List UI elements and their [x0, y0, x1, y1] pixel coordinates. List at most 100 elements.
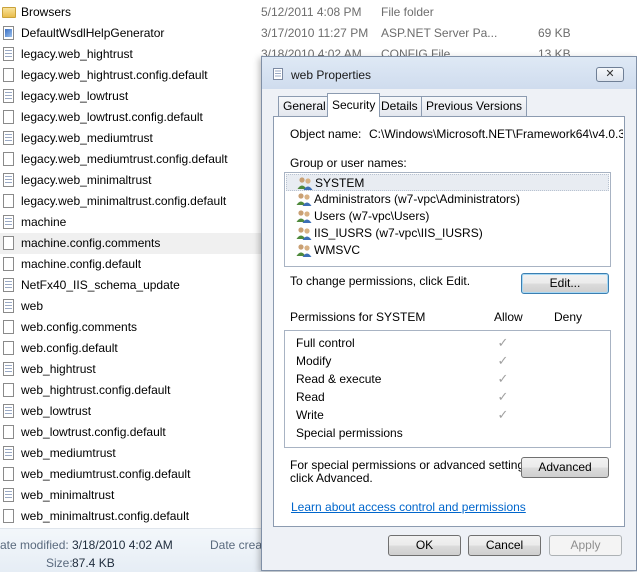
permission-name: Read	[296, 390, 325, 404]
user-group-icon	[296, 193, 312, 206]
group-name: IIS_IUSRS (w7-vpc\IIS_IUSRS)	[314, 226, 483, 240]
file-icon	[3, 425, 14, 439]
tab-general[interactable]: General	[278, 96, 331, 116]
group-name: WMSVC	[314, 243, 360, 257]
object-name-value: C:\Windows\Microsoft.NET\Framework64\v4.…	[369, 127, 623, 141]
file-name: legacy.web_minimaltrust	[21, 173, 152, 187]
file-size: 69 KB	[538, 26, 571, 40]
file-icon	[3, 341, 14, 355]
file-name: web_minimaltrust	[21, 488, 115, 502]
file-icon	[3, 194, 14, 208]
group-item[interactable]: WMSVC	[286, 242, 609, 259]
config-file-icon	[3, 404, 14, 418]
group-item[interactable]: Administrators (w7-vpc\Administrators)	[286, 191, 609, 208]
allow-header: Allow	[494, 310, 523, 324]
permission-name: Special permissions	[296, 426, 403, 440]
learn-access-control-link[interactable]: Learn about access control and permissio…	[291, 500, 526, 514]
file-name: web.config.default	[21, 341, 118, 355]
file-name: web_hightrust	[21, 362, 96, 376]
date-created-label: Date creat	[210, 538, 266, 552]
file-name: legacy.web_hightrust.config.default	[21, 68, 208, 82]
security-tab-panel: Object name: C:\Windows\Microsoft.NET\Fr…	[273, 116, 625, 527]
file-icon	[3, 383, 14, 397]
group-item[interactable]: Users (w7-vpc\Users)	[286, 208, 609, 225]
file-name: machine	[21, 215, 67, 229]
document-icon	[273, 68, 283, 80]
file-name: web_lowtrust	[21, 404, 92, 418]
group-item[interactable]: IIS_IUSRS (w7-vpc\IIS_IUSRS)	[286, 225, 609, 242]
file-name: legacy.web_mediumtrust	[21, 131, 153, 145]
file-name: web.config.comments	[21, 320, 138, 334]
user-group-icon	[296, 244, 312, 257]
file-name: web_mediumtrust.config.default	[21, 467, 191, 481]
file-icon	[3, 236, 14, 250]
tab-security[interactable]: Security	[327, 93, 381, 117]
file-row[interactable]: Browsers 5/12/2011 4:08 PM File folder	[0, 2, 637, 23]
date-modified-value: 3/18/2010 4:02 AM	[72, 538, 173, 552]
file-row[interactable]: DefaultWsdlHelpGenerator 3/17/2010 11:27 …	[0, 23, 637, 44]
deny-header: Deny	[554, 310, 583, 324]
config-file-icon	[3, 215, 14, 229]
file-name: web	[21, 299, 44, 313]
file-icon	[3, 110, 14, 124]
change-permissions-text: To change permissions, click Edit.	[290, 274, 471, 288]
group-name: Administrators (w7-vpc\Administrators)	[314, 192, 521, 206]
aspx-file-icon	[3, 26, 14, 40]
object-name-label: Object name:	[290, 127, 362, 141]
permission-name: Write	[296, 408, 324, 422]
user-group-icon	[296, 210, 312, 223]
config-file-icon	[3, 47, 14, 61]
title-bar[interactable]: web Properties ✕	[262, 57, 636, 89]
dialog-title: web Properties	[291, 68, 372, 82]
folder-icon	[2, 7, 16, 18]
allow-check-icon: ✓	[497, 389, 509, 404]
file-name: legacy.web_minimaltrust.config.default	[21, 194, 227, 208]
file-date-modified: 3/17/2010 11:27 PM	[261, 26, 369, 40]
file-date-modified: 5/12/2011 4:08 PM	[261, 5, 362, 19]
file-name: Browsers	[21, 5, 72, 19]
permission-name: Full control	[296, 336, 355, 350]
group-names-label: Group or user names:	[290, 156, 407, 170]
permissions-for-label: Permissions for SYSTEM	[290, 310, 426, 324]
allow-check-icon: ✓	[497, 407, 509, 422]
config-file-icon	[3, 299, 14, 313]
file-name: web_hightrust.config.default	[21, 383, 171, 397]
allow-check-icon: ✓	[497, 335, 509, 350]
group-user-list[interactable]: SYSTEM Administrators (w7-vpc\Administrat…	[284, 172, 611, 267]
group-name: SYSTEM	[315, 176, 365, 190]
close-button[interactable]: ✕	[596, 67, 624, 82]
permission-name: Modify	[296, 354, 332, 368]
user-group-icon	[297, 177, 313, 190]
file-icon	[3, 257, 14, 271]
permission-name: Read & execute	[296, 372, 382, 386]
allow-check-icon: ✓	[497, 371, 509, 386]
config-file-icon	[3, 89, 14, 103]
file-icon	[3, 68, 14, 82]
size-value: 87.4 KB	[72, 556, 115, 570]
file-name: machine.config.default	[21, 257, 142, 271]
date-modified-label: ate modified:	[0, 538, 69, 552]
tab-details[interactable]: Details	[376, 96, 423, 116]
ok-button[interactable]: OK	[388, 535, 461, 556]
special-permissions-text-2: click Advanced.	[290, 471, 373, 485]
file-name: web_lowtrust.config.default	[21, 425, 166, 439]
config-file-icon	[3, 278, 14, 292]
tab-previous-versions[interactable]: Previous Versions	[421, 96, 528, 116]
properties-dialog: web Properties ✕ General Security Detail…	[261, 56, 637, 571]
size-label: Size:	[46, 556, 73, 570]
config-file-icon	[3, 488, 14, 502]
config-file-icon	[3, 131, 14, 145]
permissions-list: Full control ✓ Modify ✓ Read & execute ✓ Read ✓…	[284, 330, 611, 448]
special-permissions-text-1: For special permissions or advanced sett…	[290, 458, 534, 472]
cancel-button[interactable]: Cancel	[468, 535, 541, 556]
file-name: NetFx40_IIS_schema_update	[21, 278, 180, 292]
group-name: Users (w7-vpc\Users)	[314, 209, 430, 223]
advanced-button[interactable]: Advanced	[521, 457, 609, 478]
apply-button[interactable]: Apply	[549, 535, 622, 556]
file-name: machine.config.comments	[21, 236, 161, 250]
file-name: legacy.web_lowtrust.config.default	[21, 110, 203, 124]
group-item[interactable]: SYSTEM	[286, 174, 609, 191]
file-type: File folder	[381, 5, 434, 19]
edit-button[interactable]: Edit...	[521, 273, 609, 294]
file-icon	[3, 320, 14, 334]
